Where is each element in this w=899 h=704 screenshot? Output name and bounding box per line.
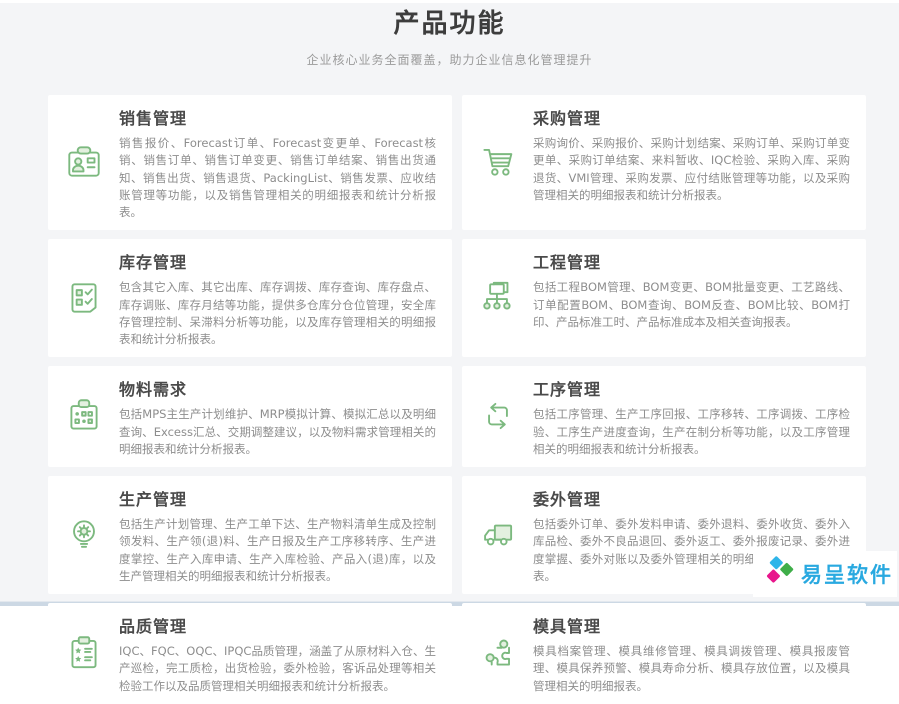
feature-card-material-requirements: 物料需求 包括MPS主生产计划维护、MRP模拟计算、模拟汇总以及明细查询、Exc… (48, 366, 452, 467)
quality-clipboard-icon (62, 611, 106, 695)
shopping-cart-icon (476, 103, 520, 221)
card-title: 工程管理 (533, 249, 850, 273)
product-features-section: 产品功能 企业核心业务全面覆盖，助力企业信息化管理提升 销售管理 销售报价、Fo… (0, 3, 899, 601)
brand-watermark: 易呈软件 (753, 551, 897, 597)
feature-card-production: 生产管理 包括生产计划管理、生产工单下达、生产物料清单生成及控制领发料、生产领(… (48, 476, 452, 594)
truck-icon (476, 484, 520, 585)
checklist-icon (62, 247, 106, 348)
bom-tree-icon (476, 247, 520, 348)
page-title: 产品功能 (0, 3, 899, 40)
card-title: 销售管理 (119, 105, 436, 129)
calendar-icon (62, 374, 106, 458)
card-title: 模具管理 (533, 613, 850, 637)
bulb-gear-icon (62, 484, 106, 585)
card-description: 模具档案管理、模具维修管理、模具调拨管理、模具报废管理、模具保养预警、模具寿命分… (533, 643, 850, 695)
feature-card-process: 工序管理 包括工序管理、生产工序回报、工序移转、工序调拨、工序检验、工序生产进度… (462, 366, 866, 467)
brand-name: 易呈软件 (801, 559, 893, 589)
card-title: 物料需求 (119, 376, 436, 400)
page-subtitle: 企业核心业务全面覆盖，助力企业信息化管理提升 (0, 51, 899, 68)
brand-logo-icon (759, 553, 797, 595)
feature-card-purchasing: 采购管理 采购询价、采购报价、采购计划结案、采购订单、采购订单变更单、采购订单结… (462, 95, 866, 230)
card-title: 库存管理 (119, 249, 436, 273)
feature-card-mold: 模具管理 模具档案管理、模具维修管理、模具调拨管理、模具报废管理、模具保养预警、… (462, 603, 866, 704)
feature-card-engineering: 工程管理 包括工程BOM管理、BOM变更、BOM批量变更、工艺路线、订单配置BO… (462, 239, 866, 357)
card-title: 委外管理 (533, 486, 850, 510)
feature-card-inventory: 库存管理 包含其它入库、其它出库、库存调拨、库存查询、库存盘点、库存调账、库存月… (48, 239, 452, 357)
card-description: 包括工序管理、生产工序回报、工序移转、工序调拨、工序检验、工序生产进度查询，生产… (533, 406, 850, 458)
process-flow-icon (476, 374, 520, 458)
card-description: IQC、FQC、OQC、IPQC品质管理，涵盖了从原材料入仓、生产巡检，完工质检… (119, 643, 436, 695)
feature-cards-grid: 销售管理 销售报价、Forecast订单、Forecast变更单、Forecas… (48, 95, 866, 704)
card-description: 销售报价、Forecast订单、Forecast变更单、Forecast核销、销… (119, 135, 436, 221)
card-title: 采购管理 (533, 105, 850, 129)
id-badge-icon (62, 103, 106, 221)
feature-card-sales: 销售管理 销售报价、Forecast订单、Forecast变更单、Forecas… (48, 95, 452, 230)
card-description: 包括MPS主生产计划维护、MRP模拟计算、模拟汇总以及明细查询、Excess汇总… (119, 406, 436, 458)
mold-parts-icon (476, 611, 520, 695)
feature-card-quality: 品质管理 IQC、FQC、OQC、IPQC品质管理，涵盖了从原材料入仓、生产巡检… (48, 603, 452, 704)
card-description: 包括生产计划管理、生产工单下达、生产物料清单生成及控制领发料、生产领(退)料、生… (119, 516, 436, 585)
card-description: 采购询价、采购报价、采购计划结案、采购订单、采购订单变更单、采购订单结案、来料暂… (533, 135, 850, 204)
card-description: 包括工程BOM管理、BOM变更、BOM批量变更、工艺路线、订单配置BOM、BOM… (533, 279, 850, 331)
card-title: 品质管理 (119, 613, 436, 637)
card-title: 工序管理 (533, 376, 850, 400)
card-title: 生产管理 (119, 486, 436, 510)
card-description: 包含其它入库、其它出库、库存调拨、库存查询、库存盘点、库存调账、库存月结等功能，… (119, 279, 436, 348)
